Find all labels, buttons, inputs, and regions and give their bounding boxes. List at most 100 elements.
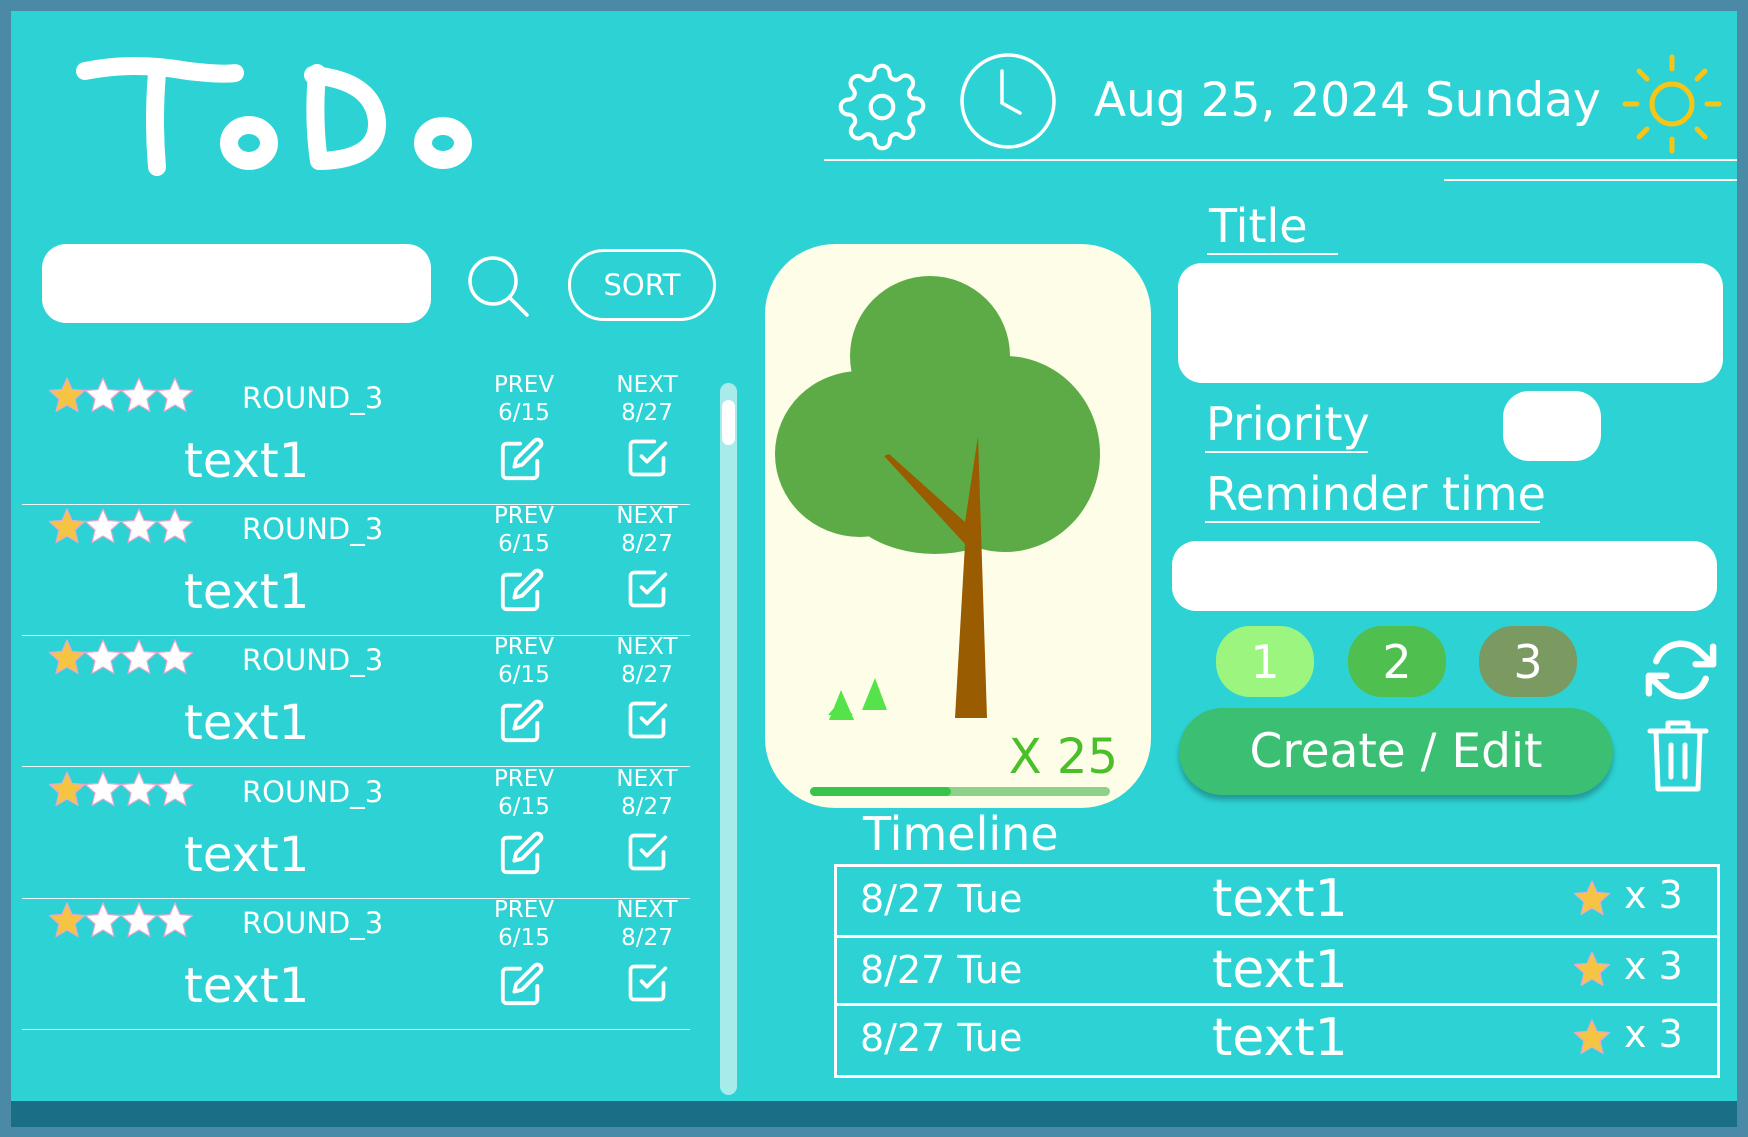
- next-label: NEXT: [616, 766, 678, 792]
- title-underline: [1207, 253, 1338, 255]
- list-scrollbar[interactable]: [720, 383, 737, 1095]
- todo-logo: [76, 57, 472, 176]
- star-icon: [84, 771, 122, 807]
- priority-option-1[interactable]: 1: [1216, 626, 1314, 697]
- list-item[interactable]: ROUND_3 PREV 6/15 NEXT 8/27 text1: [22, 490, 690, 636]
- list-item[interactable]: ROUND_3 PREV 6/15 NEXT 8/27 text1: [22, 884, 690, 1030]
- timeline-row[interactable]: 8/27 Tue text1 x 3: [837, 867, 1717, 935]
- row-divider: [22, 1028, 690, 1030]
- prev-label: PREV: [493, 634, 555, 660]
- edit-icon[interactable]: [499, 436, 545, 482]
- rating-stars: [48, 508, 194, 544]
- refresh-icon[interactable]: [1643, 635, 1719, 705]
- next-label: NEXT: [616, 372, 678, 398]
- next-date: NEXT 8/27: [607, 502, 687, 558]
- clock-icon[interactable]: [954, 47, 1062, 155]
- checkbox-icon[interactable]: [625, 698, 669, 742]
- prev-date-value: 6/15: [498, 925, 550, 951]
- rating-stars: [48, 377, 194, 413]
- timeline-text: text1: [1212, 869, 1348, 929]
- list-item[interactable]: ROUND_3 PREV 6/15 NEXT 8/27 text1: [22, 753, 690, 899]
- next-label: NEXT: [616, 503, 678, 529]
- star-icon: [1573, 880, 1611, 916]
- create-edit-button[interactable]: Create / Edit: [1179, 708, 1613, 795]
- timeline-text: text1: [1212, 1008, 1348, 1068]
- round-label: ROUND_3: [242, 775, 384, 809]
- prev-date: PREV 6/15: [484, 502, 564, 558]
- next-date-value: 8/27: [621, 531, 673, 557]
- reminder-time-field[interactable]: [1172, 541, 1717, 611]
- edit-icon[interactable]: [499, 830, 545, 876]
- priority-option-label: 2: [1382, 634, 1412, 689]
- edit-icon[interactable]: [499, 698, 545, 744]
- sort-button[interactable]: SORT: [568, 249, 716, 321]
- prev-label: PREV: [493, 766, 555, 792]
- tree-illustration: [775, 276, 1100, 720]
- search-icon[interactable]: [467, 255, 533, 321]
- next-date: NEXT 8/27: [607, 765, 687, 821]
- timeline-date: 8/27 Tue: [860, 948, 1023, 992]
- priority-field[interactable]: [1503, 391, 1601, 461]
- priority-option-2[interactable]: 2: [1348, 626, 1446, 697]
- timeline-row[interactable]: 8/27 Tue text1 x 3: [837, 1003, 1717, 1071]
- tree-card: X 25: [765, 244, 1151, 808]
- reminder-underline: [1205, 521, 1540, 523]
- priority-option-3[interactable]: 3: [1479, 626, 1577, 697]
- edit-icon[interactable]: [499, 961, 545, 1007]
- timeline-count: x 3: [1624, 873, 1683, 917]
- create-edit-label: Create / Edit: [1249, 724, 1543, 779]
- next-date: NEXT 8/27: [607, 371, 687, 427]
- star-icon: [84, 508, 122, 544]
- prev-date-value: 6/15: [498, 531, 550, 557]
- star-icon: [84, 902, 122, 938]
- progress-fill: [810, 787, 951, 796]
- round-label: ROUND_3: [242, 906, 384, 940]
- checkbox-icon[interactable]: [625, 567, 669, 611]
- next-date-value: 8/27: [621, 925, 673, 951]
- title-label: Title: [1209, 199, 1308, 253]
- todo-list: ROUND_3 PREV 6/15 NEXT 8/27 text1 ROUND_3 PREV 6…: [22, 359, 702, 1099]
- list-item[interactable]: ROUND_3 PREV 6/15 NEXT 8/27 text1: [22, 621, 690, 767]
- timeline-date: 8/27 Tue: [860, 1016, 1023, 1060]
- star-icon: [48, 377, 86, 413]
- timeline-row[interactable]: 8/27 Tue text1 x 3: [837, 935, 1717, 1003]
- search-input[interactable]: [42, 244, 431, 323]
- timeline-label: Timeline: [863, 807, 1059, 861]
- star-icon: [156, 771, 194, 807]
- star-icon: [1573, 951, 1611, 987]
- star-icon: [120, 902, 158, 938]
- edit-icon[interactable]: [499, 567, 545, 613]
- list-item[interactable]: ROUND_3 PREV 6/15 NEXT 8/27 text1: [22, 359, 690, 505]
- prev-label: PREV: [493, 372, 555, 398]
- star-icon: [120, 508, 158, 544]
- star-icon: [1573, 1019, 1611, 1055]
- current-date: Aug 25, 2024 Sunday: [1094, 73, 1601, 128]
- star-icon: [120, 771, 158, 807]
- priority-option-label: 3: [1513, 634, 1543, 689]
- progress-bar: [810, 787, 1110, 796]
- timeline-date: 8/27 Tue: [860, 877, 1023, 921]
- title-field[interactable]: [1178, 263, 1723, 383]
- star-icon: [48, 771, 86, 807]
- checkbox-icon[interactable]: [625, 436, 669, 480]
- next-date-value: 8/27: [621, 400, 673, 426]
- checkbox-icon[interactable]: [625, 830, 669, 874]
- item-text: text1: [184, 827, 310, 883]
- item-text: text1: [184, 433, 310, 489]
- sun-icon[interactable]: [1617, 49, 1727, 159]
- checkbox-icon[interactable]: [625, 961, 669, 1005]
- star-icon: [48, 639, 86, 675]
- round-label: ROUND_3: [242, 381, 384, 415]
- timeline-count: x 3: [1624, 944, 1683, 988]
- star-icon: [120, 639, 158, 675]
- bottom-bar: [11, 1101, 1737, 1127]
- reminder-label: Reminder time: [1206, 467, 1546, 521]
- timeline-table: 8/27 Tue text1 x 3 8/27 Tue text1 x 3 8/27 Tue…: [834, 864, 1720, 1078]
- next-date: NEXT 8/27: [607, 896, 687, 952]
- trash-icon[interactable]: [1646, 715, 1710, 795]
- rating-stars: [48, 902, 194, 938]
- gear-icon[interactable]: [837, 62, 927, 152]
- scrollbar-thumb[interactable]: [722, 400, 735, 445]
- next-date: NEXT 8/27: [607, 633, 687, 689]
- header-divider: [824, 159, 1737, 161]
